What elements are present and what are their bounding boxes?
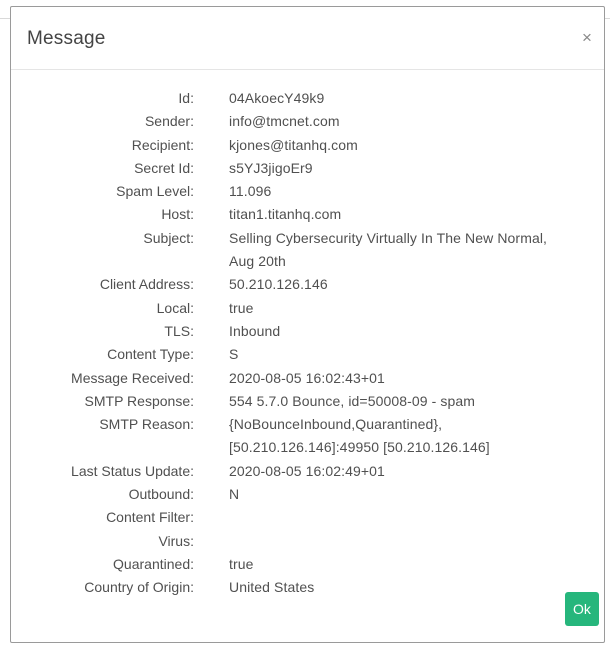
field-label: Client Address:	[99, 276, 194, 293]
field-value: {NoBounceInbound,Quarantined}, [50.210.1…	[229, 416, 490, 456]
detail-row-host: Host: titan1.titanhq.com	[11, 203, 604, 226]
field-label: SMTP Reason:	[99, 416, 194, 433]
field-value: Selling Cybersecurity Virtually In The N…	[229, 229, 548, 270]
detail-row-outbound: Outbound: N	[11, 483, 604, 506]
field-value: s5YJ3jigoEr9	[229, 159, 313, 176]
detail-row-smtp-reason: SMTP Reason: {NoBounceInbound,Quarantine…	[11, 413, 604, 460]
close-icon[interactable]: ×	[578, 29, 596, 47]
detail-row-tls: TLS: Inbound	[11, 320, 604, 343]
field-label: Sender:	[144, 113, 194, 130]
detail-row-sender: Sender: info@tmcnet.com	[11, 110, 604, 133]
detail-row-client-address: Client Address: 50.210.126.146	[11, 273, 604, 296]
field-value: Inbound	[229, 322, 281, 339]
field-label: Subject:	[143, 229, 194, 246]
field-value: 04AkoecY49k9	[229, 90, 325, 106]
field-label: Host:	[161, 206, 194, 223]
field-value: kjones@titanhq.com	[229, 136, 358, 153]
ok-button[interactable]: Ok	[565, 592, 599, 626]
field-value	[229, 530, 569, 553]
field-label: Content Type:	[107, 346, 194, 363]
detail-row-content-filter: Content Filter:	[11, 506, 604, 529]
background-divider	[605, 18, 610, 19]
detail-row-message-received: Message Received: 2020-08-05 16:02:43+01	[11, 367, 604, 390]
field-value	[229, 506, 569, 529]
field-label: Spam Level:	[116, 183, 194, 200]
background-divider	[0, 18, 10, 19]
detail-row-smtp-response: SMTP Response: 554 5.7.0 Bounce, id=5000…	[11, 390, 604, 413]
field-label: Id:	[178, 90, 194, 106]
field-value: info@tmcnet.com	[229, 113, 340, 130]
detail-row-last-status-update: Last Status Update: 2020-08-05 16:02:49+…	[11, 460, 604, 483]
field-label: Secret Id:	[134, 159, 194, 176]
dialog-title: Message	[27, 28, 106, 49]
field-value: true	[229, 299, 254, 316]
field-label: TLS:	[164, 322, 194, 339]
field-label: Outbound:	[128, 486, 194, 503]
detail-row-recipient: Recipient: kjones@titanhq.com	[11, 134, 604, 157]
field-value: 554 5.7.0 Bounce, id=50008-09 - spam	[229, 392, 476, 409]
field-value: S	[229, 346, 239, 363]
dialog-footer: Ok	[11, 588, 604, 642]
field-label: SMTP Response:	[84, 392, 194, 409]
field-label: Last Status Update:	[71, 462, 194, 479]
field-value: N	[229, 486, 240, 503]
field-value: 2020-08-05 16:02:43+01	[229, 369, 385, 386]
detail-row-local: Local: true	[11, 297, 604, 320]
detail-row-quarantined: Quarantined: true	[11, 553, 604, 576]
detail-row-virus: Virus:	[11, 530, 604, 553]
field-label: Virus:	[158, 532, 194, 549]
field-label: Quarantined:	[113, 555, 194, 572]
field-value: 2020-08-05 16:02:49+01	[229, 462, 385, 479]
field-value: titan1.titanhq.com	[229, 206, 342, 223]
dialog-header: Message ×	[11, 7, 604, 70]
field-value: 11.096	[229, 183, 272, 200]
detail-row-content-type: Content Type: S	[11, 343, 604, 366]
field-label: Content Filter:	[106, 509, 194, 526]
detail-row-id: Id: 04AkoecY49k9	[11, 87, 604, 110]
field-value: 50.210.126.146	[229, 276, 328, 293]
detail-row-spam-level: Spam Level: 11.096	[11, 180, 604, 203]
detail-row-secret-id: Secret Id: s5YJ3jigoEr9	[11, 157, 604, 180]
field-label: Local:	[156, 299, 194, 316]
detail-row-subject: Subject: Selling Cybersecurity Virtually…	[11, 227, 604, 274]
field-value: true	[229, 555, 254, 572]
field-label: Message Received:	[71, 369, 194, 386]
message-details: Id: 04AkoecY49k9 Sender: info@tmcnet.com…	[11, 87, 604, 600]
message-dialog: Message × Id: 04AkoecY49k9 Sender: info@…	[10, 6, 605, 643]
field-label: Recipient:	[131, 136, 194, 153]
